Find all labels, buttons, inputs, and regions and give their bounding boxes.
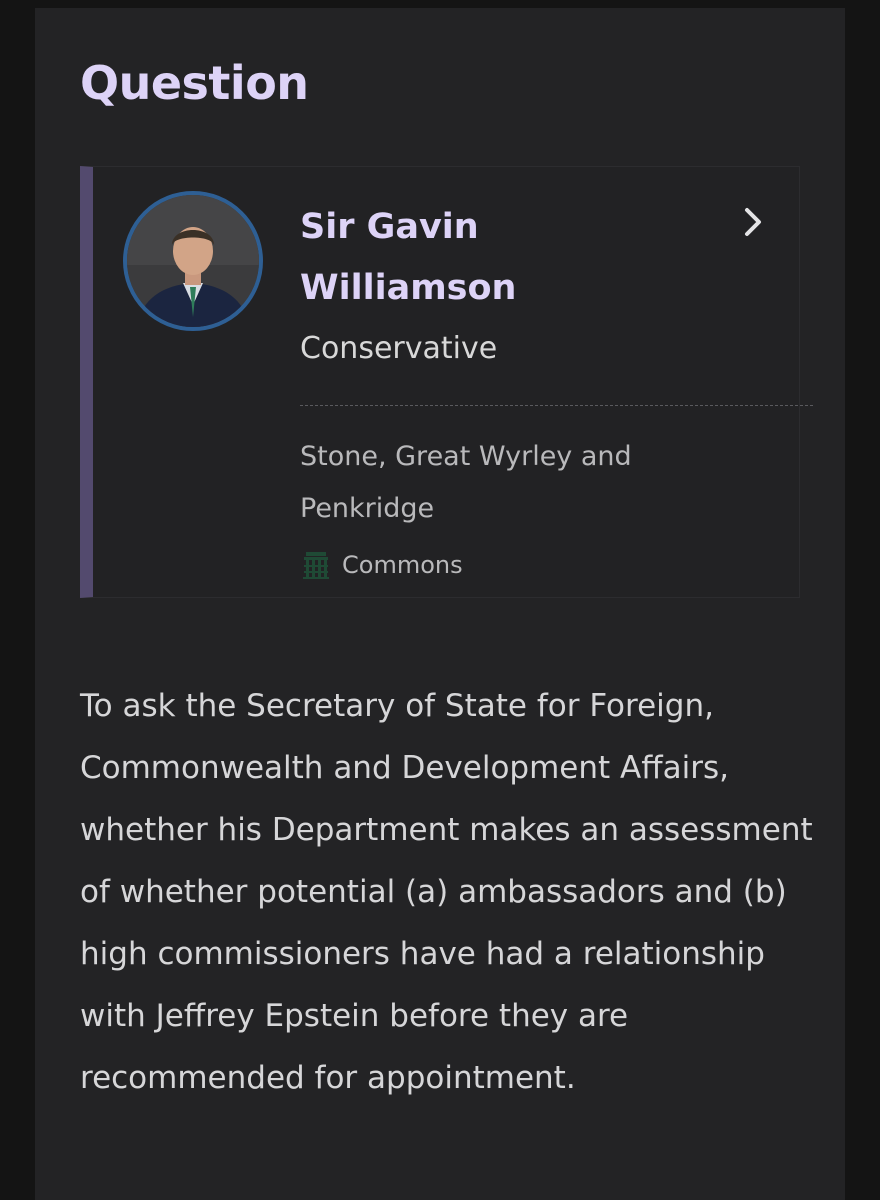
section-heading: Question (80, 56, 309, 110)
question-panel: Question Sir Gavin Williamson Conservati… (35, 8, 845, 1200)
portcullis-icon (303, 552, 329, 579)
house-indicator: Commons (300, 545, 463, 585)
house-label: Commons (342, 551, 463, 579)
member-name[interactable]: Sir Gavin Williamson (300, 197, 630, 319)
member-party: Conservative (300, 331, 498, 366)
member-avatar (123, 191, 263, 331)
card-divider (300, 405, 813, 406)
member-constituency: Stone, Great Wyrley and Penkridge (300, 441, 632, 524)
member-card[interactable]: Sir Gavin Williamson Conservative Stone,… (80, 166, 813, 598)
chevron-right-icon[interactable] (736, 205, 770, 239)
member-portrait-image (127, 195, 259, 327)
question-text: To ask the Secretary of State for Foreig… (80, 688, 813, 1096)
